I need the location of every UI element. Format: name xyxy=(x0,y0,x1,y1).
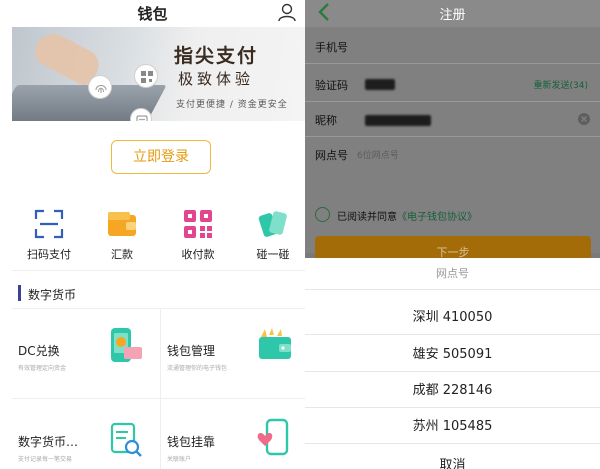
quick-action-transfer[interactable]: 汇款 xyxy=(87,206,157,262)
card-title: 钱包管理 xyxy=(167,344,216,358)
divider xyxy=(305,443,600,444)
quick-action-receive-pay[interactable]: 收付款 xyxy=(163,206,233,262)
card-title: DC兑换 xyxy=(18,344,60,358)
register-header: 注册 xyxy=(305,0,600,27)
picker-option[interactable]: 深圳 410050 xyxy=(305,306,600,325)
agreement-label: 已阅读并同意 xyxy=(337,212,397,223)
qr-code-icon xyxy=(134,64,158,88)
clear-icon[interactable] xyxy=(578,113,590,125)
branch-label: 网点号 xyxy=(315,149,348,162)
fingerprint-icon xyxy=(88,75,112,99)
picker-option[interactable]: 雄安 505091 xyxy=(305,343,600,362)
promo-banner[interactable]: 指尖支付 极致体验 支付更便捷 / 资金更安全 xyxy=(12,27,305,121)
branch-field[interactable]: 网点号 6位网点号 xyxy=(305,137,600,172)
section-title: 数字货币 xyxy=(28,288,77,302)
quick-action-label: 扫码支付 xyxy=(27,248,71,261)
agreement-checkbox[interactable] xyxy=(315,207,330,222)
card-subtitle: 有效管理定向资金 xyxy=(18,365,67,372)
page-title: 钱包 xyxy=(137,5,168,23)
divider xyxy=(305,63,600,64)
register-screen: 注册 手机号 验证码 重新发送(34) 昵称 网点号 6位网点号 已阅读并同意《… xyxy=(305,0,600,469)
card-title: 数字货币… xyxy=(18,435,79,449)
divider xyxy=(12,270,305,271)
masked-value xyxy=(365,115,431,126)
verify-code-field[interactable]: 验证码 重新发送(34) xyxy=(305,67,600,102)
branch-input[interactable]: 6位网点号 xyxy=(357,148,399,161)
banner-headline: 指尖支付 xyxy=(174,45,259,67)
divider xyxy=(305,334,600,335)
card-title: 钱包挂靠 xyxy=(167,435,216,449)
card-dc-exchange[interactable]: DC兑换 有效管理定向资金 xyxy=(12,308,152,398)
card-wallet-manage[interactable]: 钱包管理 流通管理你的电子钱包 xyxy=(161,308,301,398)
tap-cards-icon xyxy=(258,211,287,237)
divider xyxy=(305,289,600,290)
record-search-icon xyxy=(110,422,142,457)
phone-field[interactable]: 手机号 xyxy=(305,29,600,64)
cancel-button[interactable]: 取消 xyxy=(305,454,600,469)
quick-action-tap[interactable]: 碰一碰 xyxy=(238,206,305,262)
exchange-phone-icon xyxy=(111,328,142,362)
banner-tagline: 支付更便捷 / 资金更安全 xyxy=(176,100,288,110)
quick-action-label: 收付款 xyxy=(181,248,215,261)
divider xyxy=(305,407,600,408)
register-form: 手机号 验证码 重新发送(34) 昵称 网点号 6位网点号 已阅读并同意《电子钱 xyxy=(305,27,600,270)
card-subtitle: 关联账户 xyxy=(167,456,192,463)
banner-subheadline: 极致体验 xyxy=(178,70,255,88)
picker-option[interactable]: 苏州 105485 xyxy=(305,415,600,434)
picker-option[interactable]: 成都 228146 xyxy=(305,379,600,398)
wallet-icon xyxy=(108,212,136,236)
nickname-field[interactable]: 昵称 xyxy=(305,102,600,137)
phone-label: 手机号 xyxy=(315,41,348,54)
card-digital-currency-record[interactable]: 数字货币… 支付记录每一笔交易 xyxy=(12,399,152,469)
wallet-header: 钱包 xyxy=(0,0,305,26)
heart-phone-icon xyxy=(257,418,289,456)
resend-code-button[interactable]: 重新发送(34) xyxy=(534,78,588,91)
picker-header: 网点号 xyxy=(436,267,469,280)
chat-icon xyxy=(130,108,152,121)
verify-code-label: 验证码 xyxy=(315,79,348,92)
divider xyxy=(305,371,600,372)
wallet-screen: 钱包 指尖支付 极致体验 支付更便捷 / 资金更安全 立即登录 扫码支付 汇款 … xyxy=(0,0,305,469)
login-button[interactable]: 立即登录 xyxy=(111,140,211,174)
wallet-manage-icon xyxy=(259,328,291,359)
quick-action-label: 碰一碰 xyxy=(256,248,290,261)
user-icon[interactable] xyxy=(277,2,297,22)
masked-value xyxy=(365,79,395,90)
card-wallet-link[interactable]: 钱包挂靠 关联账户 xyxy=(161,399,301,469)
branch-picker: 网点号 深圳 410050 雄安 505091 成都 228146 苏州 105… xyxy=(305,258,600,469)
nickname-label: 昵称 xyxy=(315,114,337,127)
qr-code-icon xyxy=(184,210,212,238)
quick-action-scan-pay[interactable]: 扫码支付 xyxy=(14,206,84,262)
page-title: 注册 xyxy=(439,8,466,23)
card-subtitle: 流通管理你的电子钱包 xyxy=(167,365,228,372)
card-subtitle: 支付记录每一笔交易 xyxy=(18,456,73,463)
scan-icon xyxy=(34,209,64,239)
quick-action-label: 汇款 xyxy=(111,248,133,261)
agreement-text: 已阅读并同意《电子钱包协议》 xyxy=(337,208,477,223)
agreement-link[interactable]: 《电子钱包协议》 xyxy=(397,212,477,223)
section-accent-bar xyxy=(18,285,21,301)
